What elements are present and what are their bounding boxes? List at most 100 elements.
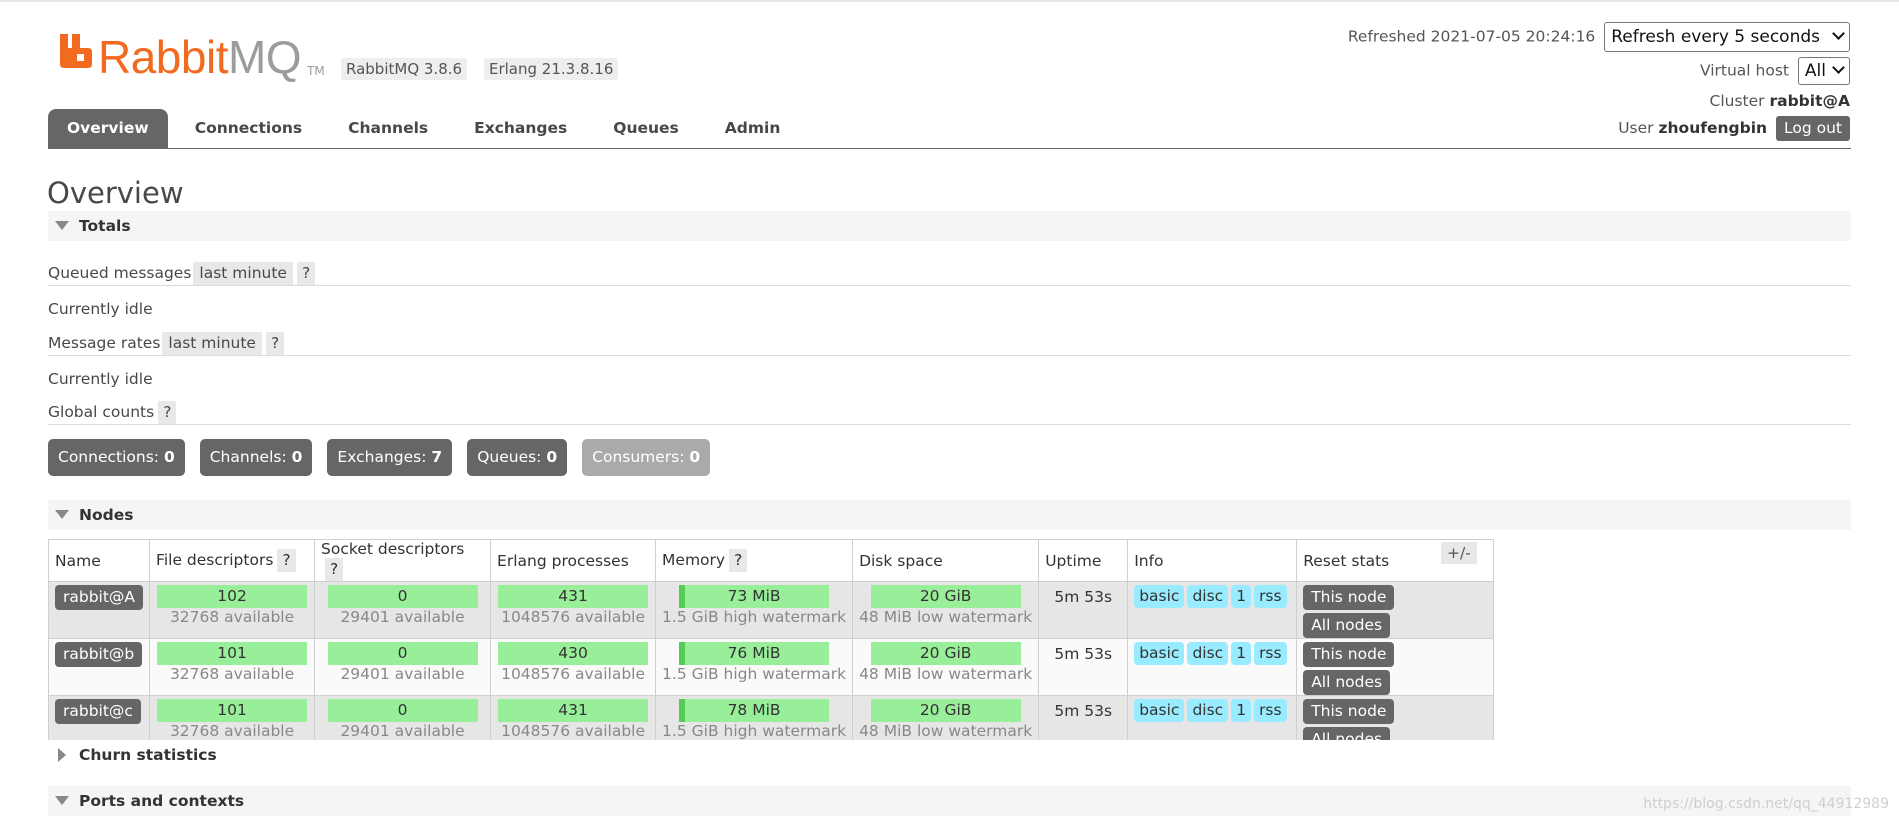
message-rates-help[interactable]: ? [265,332,285,355]
section-totals-header[interactable]: Totals [48,211,1851,241]
reset-all-nodes-button[interactable]: All nodes [1303,613,1391,638]
cell-erlang-processes: 430 1048576 available [490,638,657,696]
toggle-columns-button[interactable]: +/- [1441,542,1477,564]
col-file-descriptors[interactable]: File descriptors? [149,539,316,582]
available-text: 29401 available [340,722,465,740]
watermark-text: 1.5 GiB high watermark [662,665,847,683]
tab-channels[interactable]: Channels [329,109,447,148]
info-tag: rss [1254,699,1287,722]
logo-text-rabbit: Rabbit [98,31,228,83]
refresh-interval-select[interactable]: Refresh every 5 seconds [1604,22,1850,52]
bar-value: 101 [217,644,247,662]
info-tag: disc [1187,699,1229,722]
memory-bar: 73 MiB [679,585,830,608]
tab-connections[interactable]: Connections [176,109,321,148]
refreshed-timestamp: Refreshed 2021-07-05 20:24:16 [1347,27,1596,46]
cell-socket-descriptors: 0 29401 available [314,638,492,696]
connections-count-button[interactable]: Connections: 0 [48,439,185,476]
virtual-host-select[interactable]: All [1797,57,1850,85]
disk-space-bar: 20 GiB [870,642,1021,665]
help-icon[interactable]: ? [277,549,296,572]
main-nav-tabs: Overview Connections Channels Exchanges … [48,109,807,148]
reset-this-node-button[interactable]: This node [1303,585,1395,610]
count-label: Queues: [477,448,542,466]
help-icon[interactable]: ? [325,558,344,581]
logo-text-mq: MQ [227,31,302,83]
message-rates-period[interactable]: last minute [162,332,262,355]
global-counts-label: Global counts [48,403,155,421]
logout-button[interactable]: Log out [1776,116,1850,141]
count-label: Exchanges: [337,448,427,466]
uptime-value: 5m 53s [1054,645,1113,663]
count-value: 0 [546,448,558,466]
col-name[interactable]: Name [47,539,151,582]
cell-disk-space: 20 GiB 48 MiB low watermark [852,638,1040,696]
section-ports-header[interactable]: Ports and contexts [48,786,1851,816]
bar-value: 430 [558,644,588,662]
help-icon[interactable]: ? [729,549,748,572]
queues-count-button[interactable]: Queues: 0 [467,439,568,476]
node-link[interactable]: rabbit@A [55,585,144,610]
channels-count-button[interactable]: Channels: 0 [199,439,313,476]
cell-disk-space: 20 GiB 48 MiB low watermark [852,581,1040,639]
bar-value: 102 [217,587,247,605]
tab-exchanges[interactable]: Exchanges [455,109,586,148]
reset-this-node-button[interactable]: This node [1303,699,1395,724]
col-socket-descriptors[interactable]: Socket descriptors? [314,539,492,582]
queued-messages-period[interactable]: last minute [193,262,293,285]
col-disk-space[interactable]: Disk space [852,539,1040,582]
queued-messages-help[interactable]: ? [296,262,316,285]
queued-messages-row: Queued messages last minute? [48,262,316,285]
watermark-text: 48 MiB low watermark [859,608,1033,626]
erlang-processes-bar: 431 [498,585,649,608]
col-label: File descriptors [156,551,274,569]
node-link[interactable]: rabbit@b [55,642,143,667]
node-link[interactable]: rabbit@c [55,699,141,724]
info-tag: basic [1134,585,1185,608]
reset-this-node-button[interactable]: This node [1303,642,1395,667]
info-tag: 1 [1231,699,1252,722]
info-tag: basic [1134,642,1185,665]
exchanges-count-button[interactable]: Exchanges: 7 [327,439,453,476]
col-erlang-processes[interactable]: Erlang processes [490,539,657,582]
expand-triangle-icon [58,748,66,762]
disk-space-bar: 20 GiB [870,699,1021,722]
col-info[interactable]: Info [1127,539,1298,582]
tab-queues[interactable]: Queues [594,109,698,148]
erlang-processes-bar: 431 [498,699,649,722]
file-descriptors-bar: 102 [157,585,308,608]
section-ports-title: Ports and contexts [79,792,245,810]
bar-fill [679,642,686,665]
nodes-table: Name File descriptors? Socket descriptor… [47,539,1495,753]
tab-overview[interactable]: Overview [48,109,168,148]
collapse-triangle-icon [55,510,69,519]
divider [48,355,1851,356]
queued-messages-label: Queued messages [48,264,192,282]
col-memory[interactable]: Memory? [655,539,854,582]
bar-value: 20 GiB [919,644,972,662]
count-value: 0 [291,448,303,466]
count-value: 0 [689,448,701,466]
global-counts-help[interactable]: ? [158,401,177,424]
bar-value: 0 [397,644,408,662]
count-value: 7 [431,448,443,466]
bar-fill [679,699,686,722]
cell-uptime: 5m 53s [1038,581,1129,639]
erlang-processes-bar: 430 [498,642,649,665]
reset-all-nodes-button[interactable]: All nodes [1303,670,1391,695]
available-text: 32768 available [169,608,295,626]
user-label: User [1618,119,1654,137]
cluster-label: Cluster [1709,92,1765,110]
rabbitmq-logo[interactable]: Rabbit MQ TM [60,34,325,80]
info-tag: 1 [1231,585,1252,608]
uptime-value: 5m 53s [1054,588,1113,606]
tab-admin[interactable]: Admin [706,109,800,148]
col-uptime[interactable]: Uptime [1038,539,1129,582]
bar-value: 0 [397,701,408,719]
virtual-host-area: Virtual host All [1700,57,1850,85]
section-churn-header[interactable]: Churn statistics [48,740,1851,770]
consumers-count-button[interactable]: Consumers: 0 [582,439,711,476]
watermark-text: 48 MiB low watermark [859,665,1033,683]
section-nodes-header[interactable]: Nodes [48,500,1851,530]
bar-value: 73 MiB [727,587,781,605]
